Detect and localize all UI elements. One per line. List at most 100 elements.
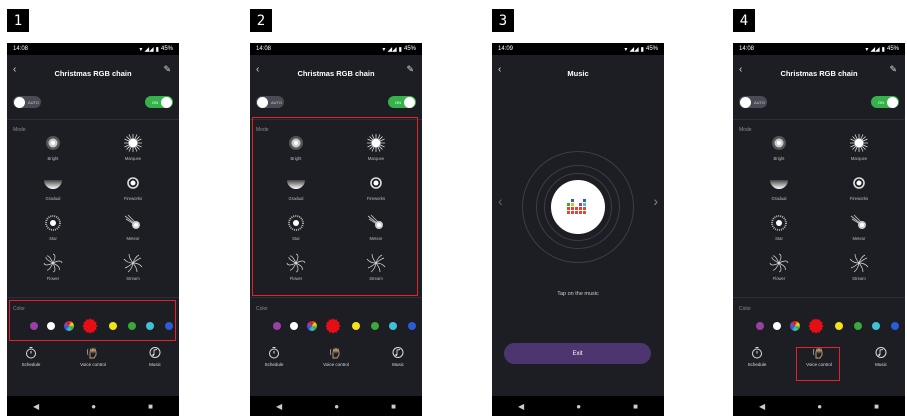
- mode-meteor[interactable]: Meteor: [103, 213, 163, 241]
- page-title: Christmas RGB chain: [54, 68, 132, 78]
- schedule-label: Schedule: [264, 362, 284, 367]
- color-swatch[interactable]: [872, 322, 880, 330]
- color-swatch[interactable]: [290, 322, 298, 330]
- back-arrow-icon[interactable]: ‹: [13, 64, 16, 75]
- music-play-button[interactable]: [551, 180, 605, 234]
- stopwatch-icon: [26, 347, 36, 359]
- mode-stream[interactable]: Stream: [103, 253, 163, 281]
- mode-label: Fireworks: [849, 196, 869, 201]
- battery-level: 45%: [645, 46, 658, 52]
- music-button[interactable]: Music: [861, 346, 901, 367]
- auto-toggle[interactable]: AUTO: [13, 96, 41, 108]
- music-button[interactable]: Music: [135, 346, 175, 367]
- color-wheel-swatch[interactable]: [307, 321, 317, 331]
- divider: [733, 119, 905, 120]
- mode-gradual[interactable]: Gradual: [749, 173, 809, 201]
- android-home-icon[interactable]: ●: [817, 402, 822, 411]
- back-arrow-icon[interactable]: ‹: [498, 64, 501, 75]
- power-toggle[interactable]: ON: [145, 96, 173, 108]
- power-toggle[interactable]: ON: [388, 96, 416, 108]
- color-swatch[interactable]: [808, 318, 824, 334]
- signal-icon: ◢◢: [387, 46, 397, 53]
- mode-bright[interactable]: Bright: [23, 133, 83, 161]
- android-recents-icon[interactable]: ■: [633, 402, 638, 411]
- mode-star[interactable]: Star: [749, 213, 809, 241]
- power-toggle-label: ON: [395, 99, 401, 105]
- android-home-icon[interactable]: ●: [91, 402, 96, 411]
- schedule-button[interactable]: Schedule: [254, 346, 294, 367]
- mode-gradual[interactable]: Gradual: [23, 173, 83, 201]
- edit-icon[interactable]: ✎: [163, 64, 171, 75]
- color-swatch[interactable]: [854, 322, 862, 330]
- voice-control-button[interactable]: Voice control: [73, 346, 113, 367]
- edit-icon[interactable]: ✎: [406, 64, 414, 75]
- color-swatch[interactable]: [891, 322, 899, 330]
- android-back-icon[interactable]: ◀: [518, 402, 524, 411]
- auto-toggle[interactable]: AUTO: [256, 96, 284, 108]
- android-back-icon[interactable]: ◀: [33, 402, 39, 411]
- mode-bright[interactable]: Bright: [749, 133, 809, 161]
- android-back-icon[interactable]: ◀: [276, 402, 282, 411]
- mode-flower[interactable]: Flower: [23, 253, 83, 281]
- music-note-icon: [875, 347, 887, 358]
- stopwatch-icon: [269, 347, 279, 359]
- schedule-button[interactable]: Schedule: [11, 346, 51, 367]
- mode-fireworks[interactable]: Fireworks: [829, 173, 889, 201]
- mode-fireworks[interactable]: Fireworks: [103, 173, 163, 201]
- prev-track-icon[interactable]: ‹: [498, 193, 503, 209]
- color-swatch[interactable]: [325, 318, 341, 334]
- next-track-icon[interactable]: ›: [653, 193, 658, 209]
- edit-icon[interactable]: ✎: [889, 64, 897, 75]
- schedule-button[interactable]: Schedule: [737, 346, 777, 367]
- voice-control-label: Voice control: [323, 362, 349, 367]
- music-button[interactable]: Music: [378, 346, 418, 367]
- exit-button[interactable]: Exit: [504, 343, 651, 364]
- color-swatch[interactable]: [352, 322, 360, 330]
- android-nav-bar: ◀ ● ■: [733, 396, 905, 416]
- android-recents-icon[interactable]: ■: [874, 402, 879, 411]
- page-title: Christmas RGB chain: [780, 68, 858, 78]
- color-swatch[interactable]: [835, 322, 843, 330]
- back-arrow-icon[interactable]: ‹: [256, 64, 259, 75]
- page-title: Christmas RGB chain: [297, 68, 375, 78]
- color-swatch[interactable]: [408, 322, 416, 330]
- meteor-icon: [849, 213, 869, 233]
- color-swatch[interactable]: [273, 322, 281, 330]
- mode-stream[interactable]: Stream: [829, 253, 889, 281]
- status-time: 14:08: [739, 46, 755, 52]
- color-swatch[interactable]: [371, 322, 379, 330]
- toggle-row: AUTO ON: [250, 96, 422, 112]
- mode-label: Flower: [46, 276, 60, 281]
- marquee-icon: [849, 133, 869, 153]
- mode-marquee[interactable]: Marquee: [103, 133, 163, 161]
- back-arrow-icon[interactable]: ‹: [739, 64, 742, 75]
- mode-flower[interactable]: Flower: [749, 253, 809, 281]
- music-note-icon: [392, 347, 404, 358]
- toggle-row: AUTO ON: [7, 96, 179, 112]
- color-swatch[interactable]: [756, 322, 764, 330]
- auto-toggle-label: AUTO: [754, 99, 766, 105]
- voice-control-highlight-box: [796, 347, 840, 381]
- auto-toggle[interactable]: AUTO: [739, 96, 767, 108]
- android-home-icon[interactable]: ●: [334, 402, 339, 411]
- mode-meteor[interactable]: Meteor: [829, 213, 889, 241]
- power-toggle-knob: [404, 96, 415, 108]
- mode-star[interactable]: Star: [23, 213, 83, 241]
- android-recents-icon[interactable]: ■: [148, 402, 153, 411]
- music-hint: Tap on the music: [557, 291, 599, 297]
- mode-label: Meteor: [126, 236, 140, 241]
- music-note-icon: [149, 347, 161, 358]
- android-recents-icon[interactable]: ■: [391, 402, 396, 411]
- battery-icon: ▮: [398, 46, 402, 53]
- phone-screen-3: 14:09 ▾ ◢◢ ▮ 45% ‹ Music ‹ › Tap on the …: [492, 43, 664, 416]
- android-back-icon[interactable]: ◀: [759, 402, 765, 411]
- color-swatch[interactable]: [773, 322, 781, 330]
- step-badge-1: 1: [7, 9, 29, 32]
- color-swatch[interactable]: [389, 322, 397, 330]
- mode-marquee[interactable]: Marquee: [829, 133, 889, 161]
- power-toggle[interactable]: ON: [871, 96, 899, 108]
- color-wheel-swatch[interactable]: [790, 321, 800, 331]
- voice-control-button[interactable]: Voice control: [316, 346, 356, 367]
- android-home-icon[interactable]: ●: [576, 402, 581, 411]
- voice-control-label: Voice control: [80, 362, 106, 367]
